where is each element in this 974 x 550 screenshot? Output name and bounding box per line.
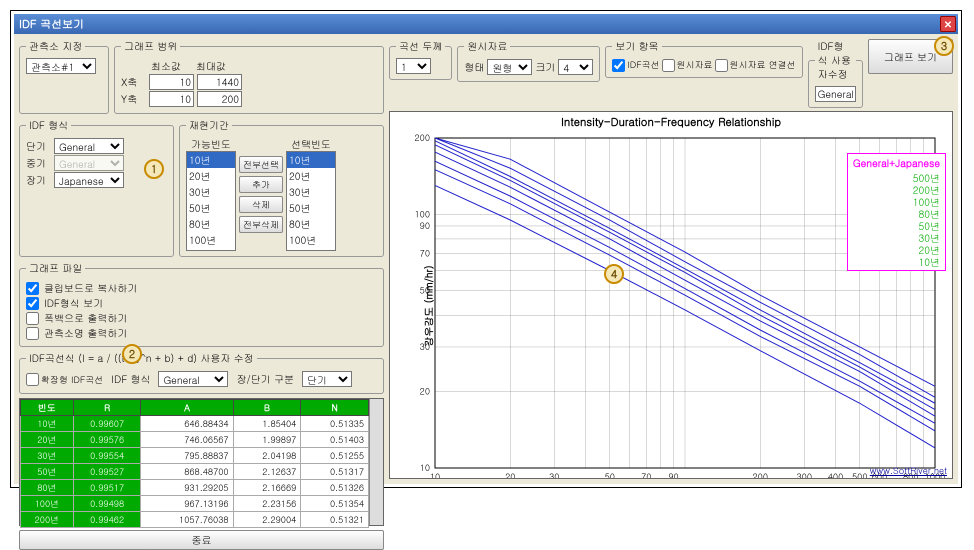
svg-text:50: 50: [605, 470, 615, 479]
station-name-checkbox[interactable]: [26, 327, 39, 340]
curve-thickness-group: 곡선 두께 1: [389, 39, 452, 80]
svg-text:90: 90: [420, 219, 430, 232]
y-min-input[interactable]: [149, 91, 194, 107]
view-idf-checkbox[interactable]: [612, 59, 625, 72]
svg-text:10: 10: [420, 461, 430, 474]
list-item[interactable]: 80년: [187, 216, 235, 232]
window-title: IDF 곡선보기: [19, 17, 84, 32]
coefficient-table-wrap: 빈도RABN10년0.99607646.884341.854040.513352…: [19, 398, 384, 526]
user-expr-group: IDF형식 사용자수정: [808, 39, 863, 108]
delete-button[interactable]: 삭제: [239, 196, 283, 213]
close-icon[interactable]: ✕: [940, 16, 956, 32]
select-all-button[interactable]: 전부선택: [239, 156, 283, 173]
svg-text:20: 20: [420, 385, 430, 398]
x-max-input[interactable]: [197, 74, 242, 90]
idf-type-group: IDF 형식 단기General 중기General 장기Japanese: [19, 118, 174, 257]
svg-text:100: 100: [414, 207, 430, 220]
long-term-select[interactable]: Japanese: [54, 172, 124, 188]
list-item[interactable]: 30년: [187, 184, 235, 200]
idf-view-checkbox[interactable]: [26, 297, 39, 310]
list-item[interactable]: 200년: [287, 248, 335, 251]
view-rawline-checkbox[interactable]: [715, 59, 728, 72]
raw-data-group: 원시자료 형태 원형 크기 4: [457, 39, 600, 82]
view-items-group: 보기 항목 IDF곡선 원시자료 원시자료 연결선: [605, 39, 802, 78]
list-item[interactable]: 20년: [287, 168, 335, 184]
footer-link[interactable]: www.SoftRiver.net: [870, 464, 947, 477]
idf-formula-group: IDF곡선식 (I = a / ((t+c)^n + b) + d) 사용자 수…: [19, 351, 384, 394]
thickness-select[interactable]: 1: [396, 58, 431, 74]
shape-select[interactable]: 원형: [487, 59, 532, 75]
svg-text:400: 400: [828, 470, 844, 479]
chart-legend: General+Japanese 500년200년100년80년50년30년20…: [847, 153, 946, 271]
list-item[interactable]: 80년: [287, 216, 335, 232]
svg-text:20: 20: [505, 470, 515, 479]
exit-button[interactable]: 종료: [19, 530, 384, 550]
coefficient-table: 빈도RABN10년0.99607646.884341.854040.513352…: [20, 399, 369, 528]
x-min-input[interactable]: [149, 74, 194, 90]
station-group: 관측소 지정 관측소#1: [19, 39, 109, 114]
chart-area: Intensity-Duration-Frequency Relationshi…: [389, 111, 953, 479]
avail-freq-list[interactable]: 10년20년30년50년80년100년200년500년: [186, 151, 236, 251]
short-term-select[interactable]: General: [54, 138, 124, 154]
return-period-group: 재현기간 가능빈도 10년20년30년50년80년100년200년500년 전부…: [179, 118, 384, 257]
chart-title: Intensity-Duration-Frequency Relationshi…: [390, 115, 952, 130]
formula-term-select[interactable]: 단기: [302, 371, 352, 387]
annotation-1: 1: [144, 159, 164, 179]
user-expr-input[interactable]: [815, 86, 856, 102]
view-raw-checkbox[interactable]: [662, 59, 675, 72]
svg-text:10: 10: [430, 470, 440, 479]
list-item[interactable]: 50년: [187, 200, 235, 216]
list-item[interactable]: 200년: [187, 248, 235, 251]
table-scrollbar[interactable]: [369, 399, 383, 525]
annotation-2: 2: [122, 344, 142, 364]
list-item[interactable]: 10년: [287, 152, 335, 168]
svg-text:70: 70: [641, 470, 651, 479]
mid-term-select[interactable]: General: [54, 155, 124, 171]
bw-output-checkbox[interactable]: [26, 312, 39, 325]
list-item[interactable]: 100년: [287, 232, 335, 248]
list-item[interactable]: 30년: [287, 184, 335, 200]
add-button[interactable]: 추가: [239, 176, 283, 193]
sel-freq-list[interactable]: 10년20년30년50년80년100년200년: [286, 151, 336, 251]
list-item[interactable]: 100년: [187, 232, 235, 248]
delete-all-button[interactable]: 전부삭제: [239, 216, 283, 233]
graph-file-group: 그래프 파일 클립보드로 복사하기 IDF형식 보기 폭백으로 출력하기 관측소…: [19, 261, 384, 347]
list-item[interactable]: 10년: [187, 152, 235, 168]
annotation-4: 4: [604, 264, 624, 284]
size-select[interactable]: 4: [558, 59, 593, 75]
svg-text:500: 500: [852, 470, 868, 479]
list-item[interactable]: 20년: [187, 168, 235, 184]
svg-text:200: 200: [752, 470, 768, 479]
svg-text:90: 90: [668, 470, 678, 479]
graph-range-group: 그래프 범위 최소값 최대값 X축 Y축: [114, 39, 384, 114]
svg-text:200: 200: [414, 133, 430, 144]
annotation-3: 3: [934, 36, 954, 56]
station-select[interactable]: 관측소#1: [26, 58, 96, 74]
formula-type-select[interactable]: General: [158, 371, 228, 387]
svg-text:70: 70: [420, 247, 430, 260]
y-max-input[interactable]: [197, 91, 242, 107]
y-axis-label: 강우강도 (mm/hr): [422, 265, 436, 346]
extended-idf-checkbox[interactable]: [26, 373, 39, 386]
svg-text:30: 30: [549, 470, 559, 479]
list-item[interactable]: 50년: [287, 200, 335, 216]
svg-text:300: 300: [797, 470, 813, 479]
clipboard-checkbox[interactable]: [26, 282, 39, 295]
